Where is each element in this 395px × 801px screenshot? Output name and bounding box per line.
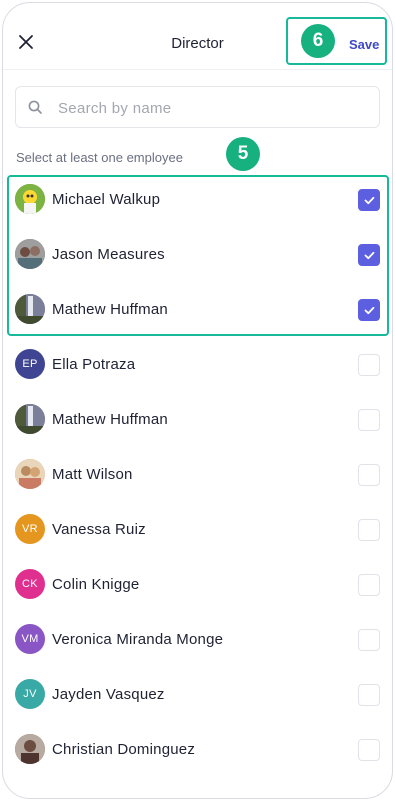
employee-name: Christian Dominguez [52,741,196,758]
employee-name: Ella Potraza [52,356,136,373]
avatar-initials: VR [22,523,38,535]
employee-row[interactable]: JV Jayden Vasquez [3,667,392,722]
employee-name: Veronica Miranda Monge [52,631,224,648]
avatar-initials: CK [22,578,38,590]
employee-name: Vanessa Ruiz [52,521,146,538]
employee-row[interactable]: Christian Dominguez [3,722,392,777]
avatar [15,459,45,489]
avatar [15,404,45,434]
employee-row[interactable]: Matt Wilson [3,447,392,502]
employee-checkbox[interactable] [358,464,380,486]
save-button[interactable]: Save [349,37,379,52]
employee-checkbox[interactable] [358,574,380,596]
employee-name: Mathew Huffman [52,411,168,428]
employee-name: Jayden Vasquez [52,686,165,703]
avatar: VR [15,514,45,544]
avatar-initials: VM [21,633,39,645]
employee-checkbox[interactable] [358,409,380,431]
employee-row[interactable]: VR Vanessa Ruiz [3,502,392,557]
avatar: CK [15,569,45,599]
callout-badge-6: 6 [301,24,335,58]
avatar-initials: EP [22,358,38,370]
employee-checkbox[interactable] [358,739,380,761]
employee-checkbox[interactable] [358,629,380,651]
employee-row[interactable]: Mathew Huffman [3,392,392,447]
search-field[interactable] [15,86,380,129]
employee-checkbox[interactable] [358,354,380,376]
employee-name: Colin Knigge [52,576,140,593]
avatar-initials: JV [23,688,37,700]
employee-row[interactable]: VM Veronica Miranda Monge [3,612,392,667]
employee-checkbox[interactable] [358,519,380,541]
phone-frame: Director 6 Save Select at least one empl… [2,2,393,799]
employee-checkbox[interactable] [358,684,380,706]
selected-highlight-box [7,175,389,336]
selection-hint: Select at least one employee [16,150,183,165]
avatar: JV [15,679,45,709]
avatar [15,734,45,764]
search-input[interactable] [56,87,370,129]
employee-row[interactable]: EP Ella Potraza [3,337,392,392]
search-icon [28,100,42,114]
employee-name: Matt Wilson [52,466,133,483]
employee-row[interactable]: CK Colin Knigge [3,557,392,612]
avatar: EP [15,349,45,379]
avatar: VM [15,624,45,654]
callout-badge-5: 5 [226,137,260,171]
